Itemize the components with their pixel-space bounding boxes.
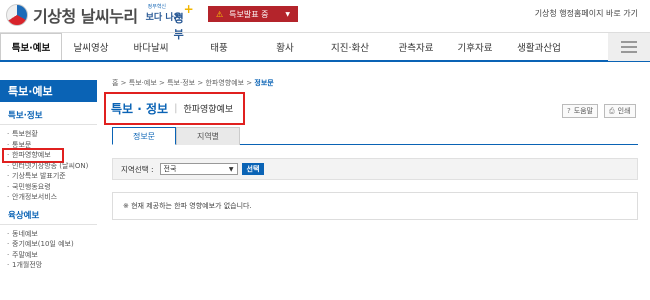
sidebar-item-fog-service[interactable]: 안개정보서비스 bbox=[0, 192, 97, 203]
gov-innovation-badge: 정부혁신 보다 나은 정부 + bbox=[146, 2, 194, 41]
breadcrumb-current: 정보문 bbox=[254, 79, 274, 87]
sidebar-item-warning-criteria[interactable]: 기상특보 발표기준 bbox=[0, 171, 97, 182]
sidebar-section-land[interactable]: 육상예보 bbox=[0, 209, 97, 221]
alert-dropdown-button[interactable]: ⚠ 특보발표 중 ▼ bbox=[208, 6, 298, 22]
help-label: 도움말 bbox=[573, 107, 594, 115]
question-icon: ? bbox=[567, 107, 571, 115]
sidebar-item-warning-status[interactable]: 특보현황 bbox=[0, 129, 97, 140]
sidebar-item-weather-on[interactable]: 인터넷기상방송 (날씨ON) bbox=[0, 161, 97, 172]
site-name: 기상청 날씨누리 bbox=[33, 7, 138, 26]
nav-item-forecast[interactable]: 특보·예보 bbox=[0, 33, 62, 60]
region-selected-value: 전국 bbox=[163, 165, 177, 173]
nav-item-observation[interactable]: 관측자료 bbox=[386, 33, 446, 60]
kma-logo-icon bbox=[6, 4, 28, 26]
nav-item-marine[interactable]: 바다날씨 bbox=[120, 33, 182, 60]
print-label: 인쇄 bbox=[617, 107, 631, 115]
divider bbox=[0, 124, 97, 125]
region-select[interactable]: 전국 ▼ bbox=[159, 163, 238, 175]
help-button[interactable]: ? 도움말 bbox=[562, 104, 599, 118]
sidebar-item-local-forecast[interactable]: 동네예보 bbox=[0, 229, 97, 240]
nav-item-video[interactable]: 날씨영상 bbox=[62, 33, 120, 60]
breadcrumb-item[interactable]: 한파영향예보 bbox=[205, 79, 244, 87]
sidebar-item-monthly-outlook[interactable]: 1개월전망 bbox=[0, 260, 97, 271]
print-button[interactable]: ⎙ 인쇄 bbox=[604, 104, 636, 118]
tab-bulletin[interactable]: 정보문 bbox=[112, 127, 176, 145]
sidebar-section-warnings[interactable]: 특보·정보 bbox=[0, 109, 97, 121]
nav-item-climate[interactable]: 기후자료 bbox=[446, 33, 504, 60]
chevron-down-icon: ▼ bbox=[228, 165, 234, 173]
sidebar: 특보·예보 특보·정보 특보현황 통보문 한파영향예보 인터넷기상방송 (날씨O… bbox=[0, 80, 97, 300]
alert-label: 특보발표 중 bbox=[229, 9, 269, 19]
gov-homepage-link[interactable]: 기상청 행정홈페이지 바로 가기 bbox=[535, 8, 638, 19]
tab-by-region[interactable]: 지역별 bbox=[176, 127, 240, 145]
nav-item-life-industry[interactable]: 생활과산업 bbox=[504, 33, 574, 60]
printer-icon: ⎙ bbox=[609, 106, 615, 115]
nav-item-earthquake[interactable]: 지진·화산 bbox=[314, 33, 386, 60]
title-divider: | bbox=[174, 103, 178, 114]
page-subtitle: 한파영향예보 bbox=[183, 105, 234, 115]
plus-icon: + bbox=[183, 2, 194, 16]
site-header: 기상청 날씨누리 정부혁신 보다 나은 정부 + ⚠ 특보발표 중 ▼ 기상청 … bbox=[0, 0, 650, 41]
sidebar-item-weekend-forecast[interactable]: 주말예보 bbox=[0, 250, 97, 261]
breadcrumb: 홈 > 특보·예보 > 특보·정보 > 한파영향예보 > 정보문 bbox=[112, 79, 274, 87]
breadcrumb-item[interactable]: 특보·정보 bbox=[167, 79, 195, 87]
site-logo[interactable]: 기상청 날씨누리 정부혁신 보다 나은 정부 + bbox=[6, 2, 194, 41]
page-title-box: 특보 · 정보 | 한파영향예보 bbox=[104, 92, 245, 125]
page-title: 특보 · 정보 bbox=[111, 102, 169, 116]
sidebar-item-cold-wave-impact[interactable]: 한파영향예보 bbox=[2, 148, 64, 163]
warning-icon: ⚠ bbox=[216, 9, 224, 19]
sidebar-title: 특보·예보 bbox=[0, 80, 97, 102]
select-button[interactable]: 선택 bbox=[241, 163, 265, 175]
breadcrumb-item[interactable]: 특보·예보 bbox=[129, 79, 157, 87]
sidebar-item-action-guide[interactable]: 국민행동요령 bbox=[0, 182, 97, 193]
sidebar-item-bulletin[interactable]: 통보문 bbox=[0, 140, 97, 151]
main-nav: 특보·예보 날씨영상 바다날씨 태풍 황사 지진·화산 관측자료 기후자료 생활… bbox=[0, 32, 650, 62]
region-filter: 지역선택 : 전국 ▼ 선택 bbox=[112, 158, 638, 180]
caret-down-icon: ▼ bbox=[285, 10, 290, 18]
region-label: 지역선택 : bbox=[121, 164, 154, 174]
empty-notice: ※ 현재 제공하는 한파 영향예보가 없습니다. bbox=[112, 192, 638, 220]
badge-small-text: 정부혁신 bbox=[147, 4, 167, 10]
sidebar-item-midterm-forecast[interactable]: 중기예보(10일 예보) bbox=[0, 239, 97, 250]
menu-icon[interactable] bbox=[608, 33, 650, 61]
home-link[interactable]: 홈 bbox=[112, 79, 118, 87]
content-tabs: 정보문 지역별 bbox=[112, 127, 638, 145]
nav-item-typhoon[interactable]: 태풍 bbox=[182, 33, 256, 60]
nav-item-yellow-dust[interactable]: 황사 bbox=[256, 33, 314, 60]
divider bbox=[0, 223, 97, 225]
